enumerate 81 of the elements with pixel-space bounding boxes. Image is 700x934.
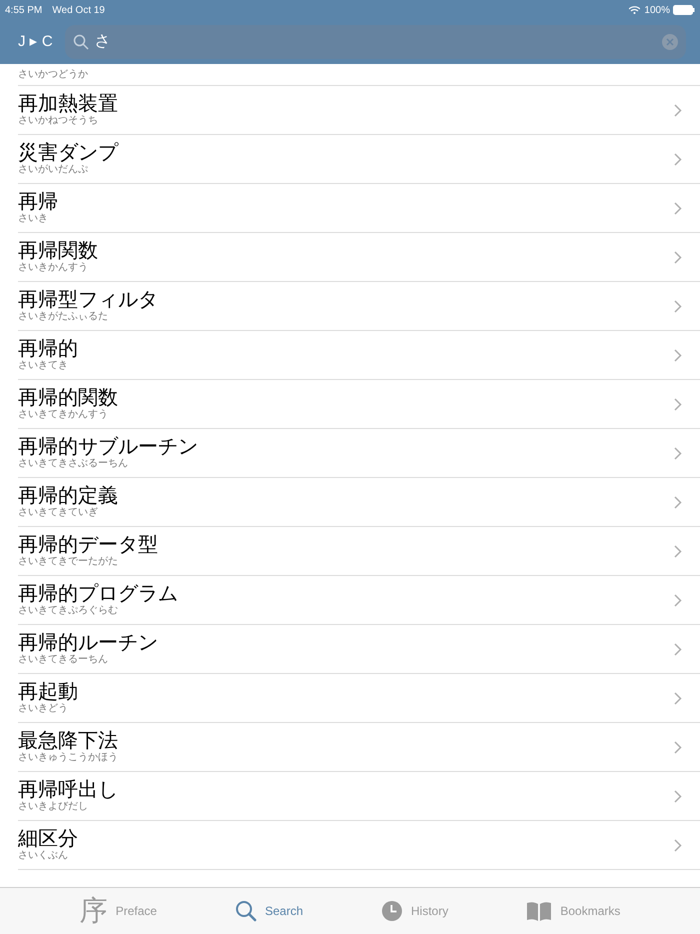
entry-row[interactable]: 再帰的プログラム さいきてきぷろぐらむ xyxy=(18,576,700,625)
tab[interactable]: Search xyxy=(234,900,303,922)
entry-reading: さいきてきていぎ xyxy=(18,507,99,519)
entry-row[interactable]: 再帰関数 さいきかんすう xyxy=(18,233,700,282)
entry-reading: さいかねつそうち xyxy=(18,115,99,127)
entry-word: 再帰的サブルーチン xyxy=(18,436,199,458)
chevron-icon xyxy=(674,348,682,362)
entry-reading: さいきてき xyxy=(18,360,69,372)
entry-word: 再帰関数 xyxy=(18,240,99,262)
entry-reading: さいかつどうか xyxy=(18,69,89,81)
entry-reading: さいきてきぷろぐらむ xyxy=(18,605,119,617)
entry-word: 再帰的ルーチン xyxy=(18,632,159,654)
entry-row[interactable]: 災害ダンプ さいがいだんぷ xyxy=(18,135,700,184)
chevron-icon xyxy=(674,544,682,558)
entry-reading: さいきよびだし xyxy=(18,801,89,813)
entry-word: 細区分 xyxy=(18,828,79,850)
book-icon xyxy=(526,901,552,921)
chevron-icon xyxy=(674,152,682,166)
search-field[interactable]: さ xyxy=(64,25,686,59)
entry-row[interactable]: 最急降下法 さいきゅうこうかほう xyxy=(18,723,700,772)
status-time: 4:55 PM xyxy=(5,4,42,18)
chevron-icon xyxy=(674,202,682,214)
entry-reading: さいきがたふぃるた xyxy=(18,311,109,323)
chevron-icon xyxy=(674,642,682,656)
chevron-icon xyxy=(674,398,682,410)
entry-row[interactable]: 再帰呼出し さいきよびだし xyxy=(18,772,700,821)
entry-row[interactable]: さいかつどうか xyxy=(18,64,700,86)
entry-row[interactable]: 再加熱装置 さいかねつそうち xyxy=(18,86,700,135)
entry-word: 再帰的関数 xyxy=(18,387,119,409)
entry-word: 再帰的プログラム xyxy=(18,583,179,605)
battery-percent: 100% xyxy=(644,4,670,18)
chevron-icon xyxy=(674,740,682,754)
entry-row[interactable]: 再帰的関数 さいきてきかんすう xyxy=(18,380,700,429)
entry-reading: さいきどう xyxy=(18,703,69,715)
entry-word: 再帰型フィルタ xyxy=(18,289,159,311)
chevron-icon xyxy=(674,250,682,264)
search-query: さ xyxy=(94,32,111,52)
entry-row[interactable]: 再起動 さいきどう xyxy=(18,674,700,723)
entry-word: 最急降下法 xyxy=(18,730,119,752)
entry-reading: さいきゅうこうかほう xyxy=(18,752,119,764)
entry-word: 再帰 xyxy=(18,191,59,213)
entry-word: 再加熱装置 xyxy=(18,93,119,115)
entry-row[interactable]: 細区分 さいくぶん xyxy=(18,821,700,870)
entry-row[interactable]: 再帰的サブルーチン さいきてきさぶるーちん xyxy=(18,429,700,478)
chevron-icon xyxy=(674,692,682,704)
entry-reading: さいきかんすう xyxy=(18,262,89,274)
entry-reading: さいきてきるーちん xyxy=(18,654,109,666)
entry-word: 再帰的定義 xyxy=(18,485,119,507)
preface-glyph-icon: 序 xyxy=(80,897,108,925)
entry-word: 再帰的 xyxy=(18,338,79,360)
chevron-icon xyxy=(674,496,682,508)
entry-reading: さいきてきでーたがた xyxy=(18,556,119,568)
chevron-icon xyxy=(674,446,682,460)
entry-word: 災害ダンプ xyxy=(18,142,120,164)
entry-row[interactable]: 再帰的データ型 さいきてきでーたがた xyxy=(18,527,700,576)
entry-row[interactable]: 再帰型フィルタ さいきがたふぃるた xyxy=(18,282,700,331)
entry-word: 再帰呼出し xyxy=(18,779,119,801)
entry-reading: さいき xyxy=(18,213,49,225)
entry-row[interactable]: 再帰的定義 さいきてきていぎ xyxy=(18,478,700,527)
wifi-icon xyxy=(629,6,640,14)
search-icon xyxy=(72,34,89,50)
clock-icon xyxy=(381,900,403,922)
entry-row[interactable]: 再帰 さいき xyxy=(18,184,700,233)
entry-row[interactable]: 再帰的ルーチン さいきてきるーちん xyxy=(18,625,700,674)
entry-word: 再帰的データ型 xyxy=(18,534,159,556)
clear-icon[interactable] xyxy=(662,34,678,50)
chevron-icon xyxy=(674,790,682,802)
entry-reading: さいきてきかんすう xyxy=(18,409,109,421)
chevron-icon xyxy=(674,300,682,312)
status-date: Wed Oct 19 xyxy=(52,4,105,18)
direction-toggle[interactable]: J ▸ C xyxy=(18,30,53,54)
battery-icon xyxy=(673,5,695,15)
search-icon xyxy=(234,900,257,922)
chevron-icon xyxy=(674,838,682,852)
entry-word: 再起動 xyxy=(18,681,79,703)
entry-reading: さいがいだんぷ xyxy=(18,164,89,176)
entry-reading: さいきてきさぶるーちん xyxy=(18,458,129,470)
chevron-icon xyxy=(674,594,682,606)
entry-row[interactable]: 再帰的 さいきてき xyxy=(18,331,700,380)
chevron-icon xyxy=(674,104,682,116)
entry-reading: さいくぶん xyxy=(18,850,69,862)
